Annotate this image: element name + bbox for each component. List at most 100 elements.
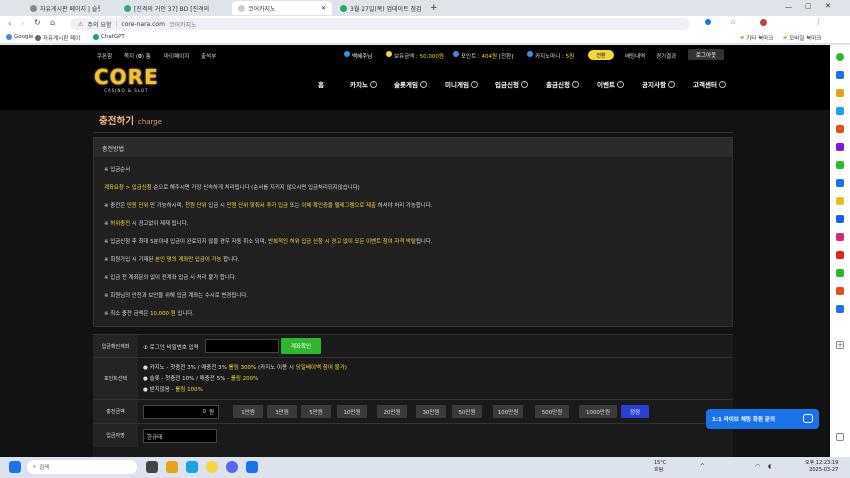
nav-event[interactable]: 이벤트 ˅ — [597, 79, 624, 89]
point-option-slot[interactable]: ● 슬롯 - 첫충전 10% / 매충전 5% - 롤링 200% — [143, 374, 258, 382]
site-header: CORE CASINO & SLOT 홈 카지노 ˅ 슬롯게임 ˅ 미니게임 ˅ 입금… — [0, 64, 830, 110]
close-window-icon[interactable]: ✕ — [825, 2, 831, 10]
extension-icon[interactable] — [836, 107, 844, 115]
coupon-link[interactable]: 쿠폰함 — [97, 52, 112, 60]
game-results-link[interactable]: 경기결과 — [656, 52, 676, 60]
nav-casino[interactable]: 카지노 ˅ — [350, 79, 377, 89]
amount-5man-button[interactable]: 5만원 — [301, 405, 331, 418]
nav-support[interactable]: 고객센터 ˅ — [693, 79, 726, 89]
extension-icon[interactable] — [836, 179, 844, 187]
amount-1000man-button[interactable]: 1000만원 — [579, 405, 617, 418]
core-logo[interactable]: CORE CASINO & SLOT — [94, 66, 159, 93]
star-icon[interactable]: ☆ — [730, 18, 736, 26]
clock[interactable]: 오후 12:23:19 2025-03-27 — [805, 460, 838, 474]
maximize-icon[interactable]: ▢ — [805, 2, 812, 10]
mypage-link[interactable]: 마이페이지 — [164, 52, 189, 60]
taskbar-search[interactable]: ⌕ 검색 — [27, 460, 137, 474]
logout-button[interactable]: 로그아웃 — [688, 49, 724, 60]
file-explorer-icon[interactable] — [166, 461, 178, 473]
page-title: 충전하기 charge — [93, 113, 733, 133]
convert-button[interactable]: 전환 — [588, 50, 614, 60]
volume-icon[interactable]: ◖ — [768, 463, 771, 470]
tab-update-notice[interactable]: 3월 27일(목) 업데이트 점검 안 — [334, 1, 422, 15]
new-tab-button[interactable]: + — [424, 1, 438, 15]
url-field[interactable]: ⚠ 주의 요함 | core-nara.com 코어카지노 — [70, 18, 690, 30]
attendance-link[interactable]: 출석부 — [201, 52, 216, 60]
account-confirm-button[interactable]: 계좌확인 — [281, 338, 321, 354]
extension-icon[interactable] — [836, 269, 844, 277]
extension-icon[interactable] — [836, 161, 844, 169]
forward-icon[interactable]: › — [21, 19, 24, 28]
radio-icon[interactable]: ● — [143, 376, 148, 382]
extension-icon[interactable] — [836, 53, 844, 61]
edge-icon[interactable] — [186, 461, 198, 473]
kakaotalk-icon[interactable] — [206, 461, 218, 473]
home-icon[interactable]: ⌂ — [50, 18, 55, 27]
reload-icon[interactable]: ↻ — [34, 18, 41, 27]
settings-icon[interactable] — [836, 433, 844, 441]
extension-icon[interactable] — [836, 287, 844, 295]
extension-icon[interactable] — [836, 305, 844, 313]
radio-icon[interactable]: ● — [143, 365, 148, 371]
live-chat-button[interactable]: 1:1 라이브 채팅 화원 문의 — [706, 409, 819, 429]
instagram-icon[interactable] — [836, 233, 844, 241]
note-link[interactable]: 쪽지 (0) 통 — [124, 52, 151, 60]
chrome-icon[interactable] — [246, 461, 258, 473]
tab-free-board[interactable]: 자유게시판 페이지 | 슬롯나라 — [24, 1, 100, 15]
weather-widget[interactable]: 15°C 흐림 — [654, 460, 666, 474]
tab-core-casino[interactable]: 코어카지노 ✕ — [232, 1, 332, 15]
bookmark-google[interactable]: Google — [6, 34, 33, 40]
bookmark-chatgpt[interactable]: ChatGPT — [93, 34, 125, 40]
point-convert-link[interactable]: [전환] — [499, 54, 513, 60]
add-icon[interactable]: + — [836, 341, 844, 349]
amount-500man-button[interactable]: 500만원 — [535, 405, 569, 418]
user-level-icon — [344, 51, 350, 57]
amount-10man-button[interactable]: 10만원 — [337, 405, 367, 418]
nav-notice[interactable]: 공지사항 ˅ — [642, 79, 675, 89]
nav-deposit[interactable]: 입금신청 ˅ — [495, 79, 528, 89]
discord-icon[interactable] — [226, 461, 238, 473]
amount-50man-button[interactable]: 50만원 — [452, 405, 482, 418]
bookmark-other[interactable]: ▰ 기타 북마크 — [740, 34, 773, 42]
amount-input[interactable]: 0원 — [143, 405, 219, 419]
search-icon: ⌕ — [33, 463, 37, 470]
nav-home[interactable]: 홈 — [318, 79, 324, 89]
password-prompt: ① 로그인 비밀번호 입력 — [143, 345, 199, 351]
close-icon[interactable]: ✕ — [321, 5, 326, 12]
bookmark-mobile[interactable]: ▰ 모바일 북마크 — [783, 34, 821, 42]
amount-1man-button[interactable]: 1만원 — [233, 405, 263, 418]
extension-icon[interactable] — [836, 89, 844, 97]
amount-20man-button[interactable]: 20만원 — [377, 405, 407, 418]
bookmark-free-board[interactable]: 자유게시판 페이 — [35, 34, 80, 42]
profile-icon[interactable] — [760, 19, 767, 26]
extension-icon[interactable] — [705, 19, 711, 25]
amount-3man-button[interactable]: 3만원 — [267, 405, 297, 418]
menu-icon[interactable]: ⋮ — [815, 18, 822, 26]
nav-slot[interactable]: 슬롯게임 ˅ — [394, 79, 427, 89]
back-icon[interactable]: ‹ — [8, 19, 11, 28]
extension-icon[interactable] — [836, 125, 844, 133]
password-input[interactable] — [205, 339, 279, 353]
tab-attack-on-titan[interactable]: [진격의 거인 37] BD [진격의 — [118, 1, 224, 15]
point-option-none[interactable]: ● 받지않음 - 롤링 100% — [143, 385, 203, 393]
extension-icon[interactable] — [836, 215, 844, 223]
extension-icon[interactable] — [836, 143, 844, 151]
nav-withdraw[interactable]: 출금신청 ˅ — [546, 79, 579, 89]
minimize-icon[interactable]: — — [785, 3, 792, 11]
task-view-icon[interactable] — [146, 461, 158, 473]
point-option-casino[interactable]: ● 카지노 - 첫충전 3% / 매충전 3% 롤링 300% (카지노 이용 … — [143, 363, 347, 371]
windows-start-icon[interactable] — [9, 461, 21, 473]
amount-100man-button[interactable]: 100만원 — [493, 405, 523, 418]
reset-button[interactable]: 정정 — [621, 405, 649, 418]
extension-icon[interactable] — [836, 71, 844, 79]
folder-icon: ▰ — [740, 35, 745, 41]
youtube-icon[interactable] — [836, 251, 844, 259]
betting-history-link[interactable]: 배팅내역 — [625, 52, 645, 60]
extension-icon[interactable] — [836, 197, 844, 205]
nav-minigame[interactable]: 미니게임 ˅ — [445, 79, 478, 89]
guide-line: ※ 회원님의 안전과 보안을 위해 입금 계좌는 수시로 변경됩니다. — [104, 293, 248, 299]
radio-icon[interactable]: ● — [143, 387, 148, 393]
amount-30man-button[interactable]: 30만원 — [416, 405, 446, 418]
wifi-icon[interactable]: ◠ — [755, 463, 760, 470]
tray-arrow-icon[interactable]: ^ — [700, 463, 705, 470]
